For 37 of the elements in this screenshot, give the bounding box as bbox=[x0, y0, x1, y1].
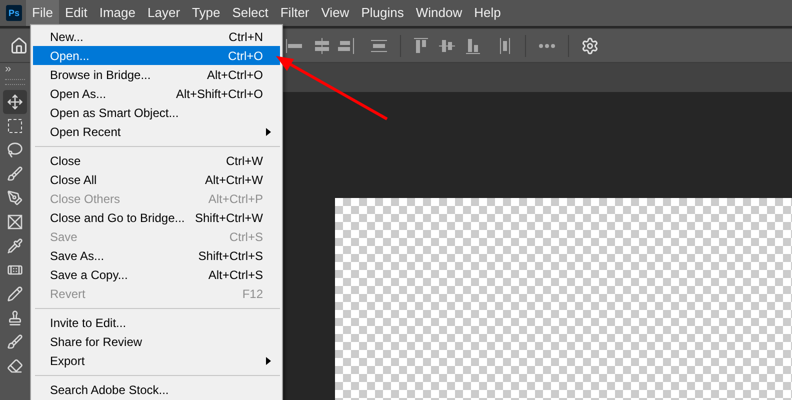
menu-item[interactable]: Close Ctrl+W bbox=[33, 151, 280, 170]
menu-title[interactable]: Help bbox=[468, 0, 507, 26]
panel-toggle[interactable]: » bbox=[0, 63, 12, 75]
menu-title[interactable]: Edit bbox=[58, 0, 94, 26]
menu-item[interactable]: Save As... Shift+Ctrl+S bbox=[33, 246, 280, 265]
menu-title[interactable]: Image bbox=[93, 0, 142, 26]
menu-title[interactable]: View bbox=[315, 0, 356, 26]
submenu-arrow-icon bbox=[266, 128, 271, 136]
menu-item[interactable]: Search Adobe Stock... bbox=[33, 380, 280, 399]
align-bottom-icon[interactable] bbox=[465, 36, 481, 54]
menu-title[interactable]: Select bbox=[226, 0, 274, 26]
menu-item[interactable]: Export bbox=[33, 351, 280, 370]
settings-icon[interactable] bbox=[581, 36, 599, 54]
move-tool-icon[interactable] bbox=[3, 90, 27, 114]
menu-item[interactable]: Invite to Edit... bbox=[33, 313, 280, 332]
menu-title[interactable]: Filter bbox=[274, 0, 316, 26]
menu-item[interactable]: Browse in Bridge... Alt+Ctrl+O bbox=[33, 65, 280, 84]
home-icon[interactable] bbox=[10, 36, 28, 54]
menu-item[interactable]: Open as Smart Object... bbox=[33, 103, 280, 122]
menu-item[interactable]: Save a Copy... Alt+Ctrl+S bbox=[33, 265, 280, 284]
menu-item[interactable]: New... Ctrl+N bbox=[33, 27, 280, 46]
align-center-icon[interactable] bbox=[312, 36, 332, 54]
menu-item[interactable]: Open... Ctrl+O bbox=[33, 46, 280, 65]
menu-item[interactable]: Share for Review bbox=[33, 332, 280, 351]
app-logo[interactable]: Ps bbox=[6, 5, 22, 21]
menu-title[interactable]: Plugins bbox=[355, 0, 410, 26]
menu-title[interactable]: Type bbox=[186, 0, 226, 26]
menu-title[interactable]: File bbox=[26, 0, 59, 26]
submenu-arrow-icon bbox=[266, 356, 271, 364]
menu-item[interactable]: Close All Alt+Ctrl+W bbox=[33, 170, 280, 189]
menu-title[interactable]: Layer bbox=[142, 0, 186, 26]
menu-item[interactable]: Close and Go to Bridge... Shift+Ctrl+W bbox=[33, 208, 280, 227]
align-top-icon[interactable] bbox=[413, 36, 429, 54]
menu-title[interactable]: Window bbox=[410, 0, 468, 26]
menu-item[interactable]: Open Recent bbox=[33, 122, 280, 141]
menu-item[interactable]: Open As... Alt+Shift+Ctrl+O bbox=[33, 84, 280, 103]
distribute-horizontal-icon[interactable] bbox=[499, 36, 511, 54]
